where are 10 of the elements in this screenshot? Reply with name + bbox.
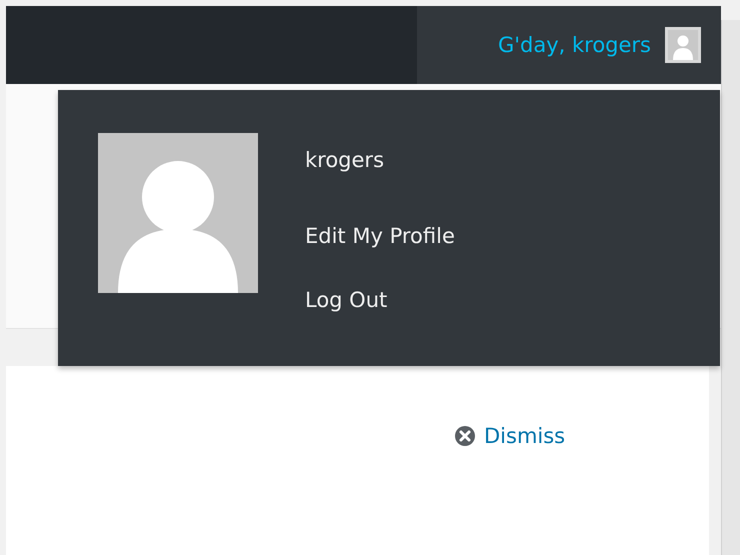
scrollbar[interactable] (721, 20, 740, 555)
avatar-icon (98, 133, 258, 293)
close-icon (454, 425, 476, 447)
username-link[interactable]: krogers (305, 147, 455, 173)
menu-link[interactable]: Edit My Profile (305, 223, 455, 249)
avatar-icon (665, 27, 701, 63)
menu-link[interactable]: Log Out (305, 287, 455, 313)
greeting-text: G'day, krogers (498, 33, 651, 57)
account-menu-toggle[interactable]: G'day, krogers (417, 6, 721, 84)
dismiss-link[interactable]: Dismiss (454, 424, 566, 448)
